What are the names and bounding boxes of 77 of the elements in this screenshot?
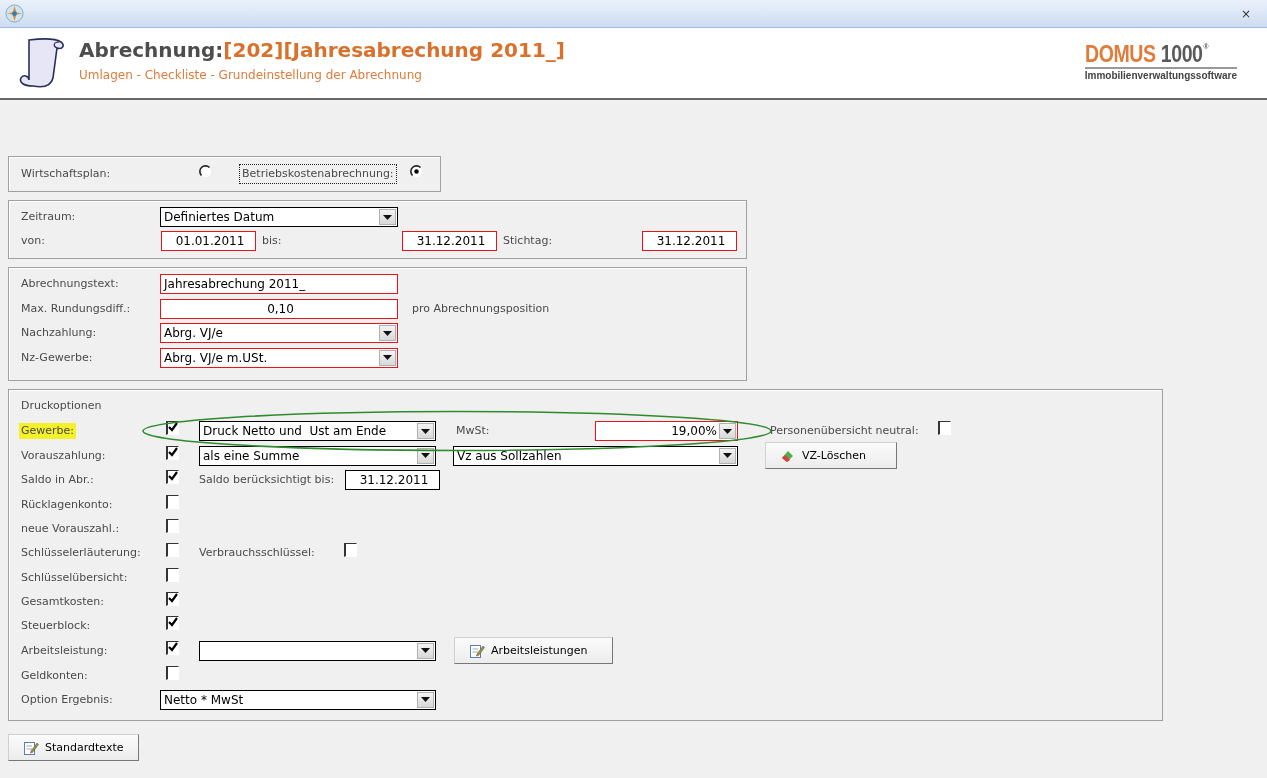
checkbox[interactable] [938,421,951,436]
radio-button[interactable] [409,164,423,178]
dropdown[interactable]: Vz aus Sollzahlen [453,445,738,466]
field-label: Verbrauchsschlüssel: [199,545,315,562]
standard-texts-button[interactable]: Standardtexte [8,734,139,761]
field-label: Geldkonten: [21,667,88,684]
caret-icon [417,423,434,440]
caret-icon [417,447,434,464]
field-label: Gewerbe: [19,423,77,440]
dropdown[interactable]: Abrg. VJ/e [160,323,398,344]
radio-button[interactable] [199,164,212,178]
page-title: Abrechnung:[202][Jahresabrechung 2011_] [79,38,565,62]
checkbox[interactable] [166,640,179,655]
close-button[interactable]: × [1232,6,1259,21]
field-label: Saldo berücksichtigt bis: [199,472,335,489]
checkbox[interactable] [166,665,179,680]
field-label: Vorauszahlung: [21,447,106,464]
caret-icon [379,349,396,366]
checkbox[interactable] [166,494,179,509]
field-label: MwSt: [456,423,490,440]
checkbox[interactable] [166,616,179,631]
caret-icon [417,642,434,659]
dropdown[interactable]: Netto * MwSt [160,689,436,710]
field-label: Nachzahlung: [21,325,97,342]
field-label: Saldo in Abr.: [21,472,94,489]
caret-icon [417,691,434,708]
field-label: Stichtag: [503,233,553,249]
field-label: bis: [262,233,282,249]
field-label: Arbeitsleistung: [21,642,108,659]
logo-wordmark: DOMUS 1000® [1084,41,1208,66]
field-label: Schlüsselübersicht: [21,569,128,586]
field-label: Betriebskostenabrechnung: [239,164,397,184]
caret-icon [379,325,396,342]
field-label: Zeitraum: [21,209,76,225]
dropdown[interactable]: 19,00% [595,421,738,442]
field-label: Personenübersicht neutral: [770,423,919,440]
dropdown[interactable] [199,640,436,661]
field-label: Max. Rundungsdiff.: [21,300,131,317]
field-label: Gesamtkosten: [21,593,104,610]
dropdown[interactable]: als eine Summe [199,445,436,466]
caret-icon [719,447,736,464]
field-label: von: [21,233,45,249]
caret-icon [379,209,396,225]
logo-tagline: Immobilienverwaltungssoftware [1084,66,1237,81]
dropdown[interactable]: Definiertes Datum [160,207,398,227]
action-button[interactable]: Arbeitsleistungen [454,637,613,665]
input-field[interactable]: 31.12.2011 [642,231,737,251]
field-label: Option Ergebnis: [21,691,113,708]
field-label: Wirtschaftsplan: [20,166,112,182]
caret-icon [719,423,736,440]
field-label: Nz-Gewerbe: [21,349,93,366]
dropdown[interactable]: Druck Netto und Ust am Ende [199,421,436,442]
checkbox[interactable] [166,591,179,606]
checkbox[interactable] [166,543,179,558]
input-field[interactable]: 01.01.2011 [161,231,256,251]
field-label: neue Vorauszahl.: [21,521,120,538]
field-label: Abrechnungstext: [21,276,119,293]
hint-text: pro Abrechnungsposition [412,300,550,317]
input-field[interactable]: 0,10 [160,298,398,319]
input-field[interactable]: 31.12.2011 [402,231,497,251]
dropdown[interactable]: Abrg. VJ/e m.USt. [160,347,398,368]
checkbox[interactable] [166,445,179,460]
page-subtitle: Umlagen - Checkliste - Grundeinstellung der Abrechnung [79,68,423,82]
field-label: Rücklagenkonto: [21,496,113,513]
checkbox[interactable] [166,567,179,582]
field-label: Steuerblock: [21,618,91,635]
checkbox[interactable] [166,519,179,534]
field-label: Schlüsselerläuterung: [21,545,141,562]
notepad-pencil-icon [23,739,39,756]
section-title: Druckoptionen [21,398,102,414]
checkbox[interactable] [344,543,357,558]
input-field[interactable]: 31.12.2011 [345,470,440,491]
notepad-pencil-icon [469,642,485,659]
action-button[interactable]: VZ-Löschen [765,442,897,470]
input-field[interactable]: Jahresabrechung 2011_ [160,274,398,295]
app-icon [5,4,24,23]
checkbox[interactable] [166,470,179,485]
